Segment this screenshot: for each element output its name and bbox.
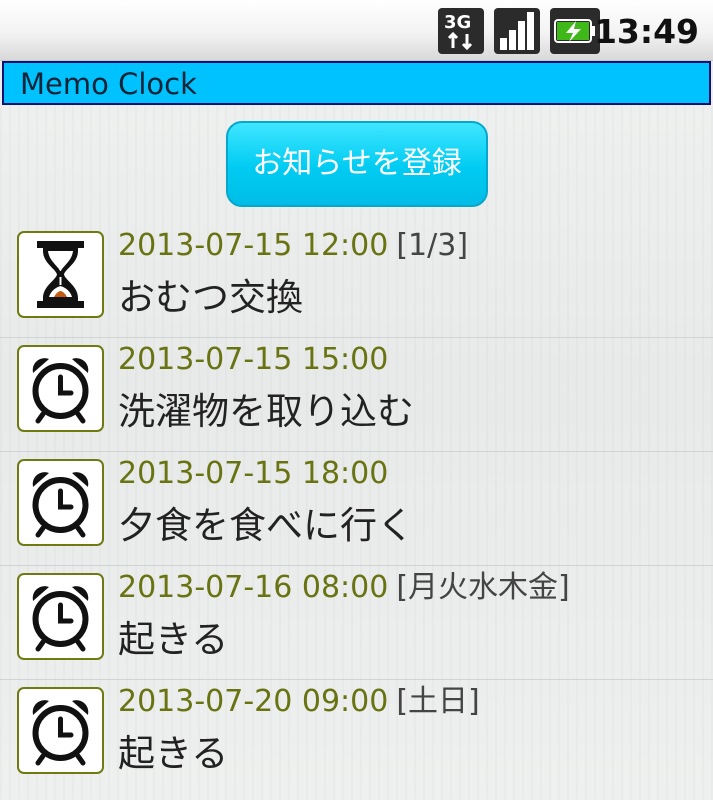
signal-strength-icon: [494, 8, 540, 54]
memo-title: おむつ交換: [118, 276, 303, 319]
alarm-clock-icon: [17, 459, 104, 546]
memo-list: 2013-07-15 12:00 [1/3] おむつ交換 2013-07-15 1…: [0, 224, 713, 794]
memo-datetime-value: 2013-07-20 09:00: [118, 684, 389, 719]
memo-datetime-value: 2013-07-15 15:00: [118, 342, 389, 377]
memo-datetime: 2013-07-16 08:00 [月火水木金]: [118, 568, 570, 608]
hourglass-icon: [17, 231, 104, 318]
memo-datetime-value: 2013-07-16 08:00: [118, 570, 389, 605]
alarm-clock-icon: [17, 345, 104, 432]
memo-list-item[interactable]: 2013-07-15 15:00 洗濯物を取り込む: [0, 338, 713, 452]
memo-title: 洗濯物を取り込む: [118, 390, 414, 433]
memo-list-item[interactable]: 2013-07-16 08:00 [月火水木金] 起きる: [0, 566, 713, 680]
status-time: 13:49: [593, 12, 699, 51]
register-notification-button[interactable]: お知らせを登録: [226, 121, 488, 207]
alarm-clock-icon: [17, 687, 104, 774]
app-title: Memo Clock: [20, 67, 197, 101]
app-title-bar: Memo Clock: [2, 61, 711, 105]
memo-title: 起きる: [118, 732, 229, 775]
memo-title: 起きる: [118, 618, 229, 661]
battery-charging-icon: [550, 8, 600, 54]
memo-datetime: 2013-07-15 12:00 [1/3]: [118, 226, 468, 266]
network-3g-icon: 3G: [438, 8, 484, 54]
memo-title: 夕食を食べに行く: [118, 504, 414, 547]
memo-repeat: [1/3]: [396, 228, 469, 263]
memo-list-item[interactable]: 2013-07-15 12:00 [1/3] おむつ交換: [0, 224, 713, 338]
main-content: お知らせを登録 2013-07-15 12:00 [1/3] おむつ交換 201…: [0, 106, 713, 800]
memo-datetime: 2013-07-15 15:00: [118, 340, 396, 380]
memo-list-item[interactable]: 2013-07-20 09:00 [土日] 起きる: [0, 680, 713, 794]
status-bar: 3G 13:49: [0, 0, 713, 61]
alarm-clock-icon: [17, 573, 104, 660]
memo-datetime-value: 2013-07-15 18:00: [118, 456, 389, 491]
memo-repeat: [土日]: [396, 684, 480, 719]
memo-repeat: [月火水木金]: [396, 570, 570, 605]
svg-text:3G: 3G: [444, 12, 471, 33]
memo-datetime: 2013-07-15 18:00: [118, 454, 396, 494]
memo-datetime-value: 2013-07-15 12:00: [118, 228, 389, 263]
memo-datetime: 2013-07-20 09:00 [土日]: [118, 682, 480, 722]
memo-list-item[interactable]: 2013-07-15 18:00 夕食を食べに行く: [0, 452, 713, 566]
